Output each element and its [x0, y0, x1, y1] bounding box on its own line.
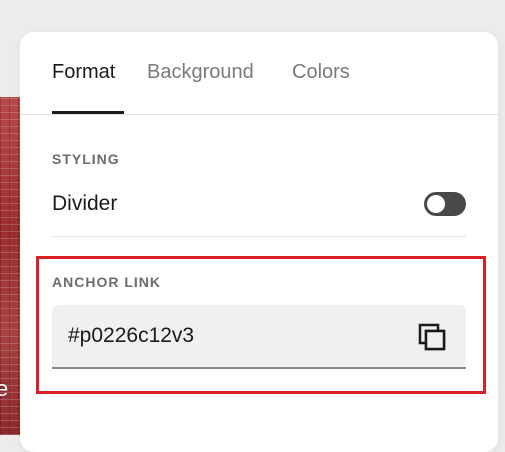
- anchor-link-field[interactable]: #p0226c12v3: [52, 305, 466, 369]
- background-caption: e: [0, 376, 9, 401]
- divider-label: Divider: [52, 192, 118, 215]
- anchor-link-section-label: ANCHOR LINK: [52, 274, 161, 290]
- styling-section-label: STYLING: [52, 151, 120, 167]
- tab-colors[interactable]: Colors: [292, 61, 350, 84]
- divider-toggle[interactable]: [424, 192, 466, 216]
- tab-background[interactable]: Background: [147, 61, 254, 84]
- tab-bar: Format Background Colors: [20, 32, 498, 115]
- tab-format[interactable]: Format: [52, 61, 115, 84]
- row-divider-line: [52, 236, 466, 237]
- anchor-link-value[interactable]: #p0226c12v3: [68, 324, 194, 348]
- copy-icon[interactable]: [416, 321, 448, 353]
- toggle-knob: [427, 195, 445, 213]
- active-tab-indicator: [52, 111, 124, 114]
